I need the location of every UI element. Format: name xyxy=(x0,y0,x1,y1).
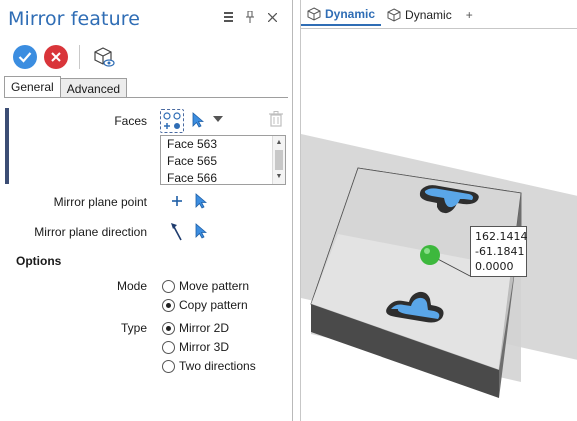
tab-dynamic[interactable]: Dynamic xyxy=(381,4,458,26)
point-icon[interactable] xyxy=(172,196,182,206)
mirror-plane-point-label: Mirror plane point xyxy=(53,195,147,209)
pick-cursor-icon[interactable] xyxy=(192,112,204,128)
coordinate-z: 0.0000 xyxy=(475,260,514,273)
scrollbar-thumb[interactable] xyxy=(275,150,283,170)
radio-circle[interactable] xyxy=(162,298,175,312)
pin-icon[interactable] xyxy=(244,10,256,24)
panel-tabs: General Advanced xyxy=(4,76,128,98)
view-tabs: Dynamic Dynamic + xyxy=(301,4,481,26)
close-icon xyxy=(51,52,61,62)
list-item[interactable]: Face 565 xyxy=(161,153,285,170)
view-tab-divider xyxy=(301,28,577,29)
radio-label: Two directions xyxy=(179,359,256,373)
preview-button[interactable] xyxy=(91,44,117,70)
scroll-down-icon[interactable]: ▼ xyxy=(273,170,285,184)
direction-arrow-icon[interactable] xyxy=(170,222,184,242)
selection-filter-icon xyxy=(163,112,181,129)
radio-label: Mirror 3D xyxy=(179,340,229,354)
list-item[interactable]: Face 563 xyxy=(161,136,285,153)
options-heading: Options xyxy=(16,254,62,268)
coordinate-readout: 162.1414 -61.1841 0.0000 xyxy=(470,226,528,277)
tab-label: Dynamic xyxy=(405,8,452,22)
tab-label: Dynamic xyxy=(325,7,376,21)
type-mirror-2d-radio[interactable]: Mirror 2D xyxy=(162,321,229,335)
mode-move-pattern-radio[interactable]: Move pattern xyxy=(162,279,249,293)
radio-circle[interactable] xyxy=(162,321,175,335)
action-toolbar xyxy=(13,44,117,70)
chevron-down-icon[interactable] xyxy=(213,116,223,123)
trash-icon[interactable] xyxy=(269,111,283,127)
coordinate-x: 162.1414 xyxy=(475,230,528,243)
model-scene[interactable] xyxy=(301,30,577,421)
type-mirror-3d-radio[interactable]: Mirror 3D xyxy=(162,340,229,354)
radio-label: Mirror 2D xyxy=(179,321,229,335)
panel-title: Mirror feature xyxy=(8,8,141,30)
pick-cursor-icon[interactable] xyxy=(195,193,207,209)
ok-button[interactable] xyxy=(13,45,37,69)
radio-circle[interactable] xyxy=(162,359,175,373)
cube-icon xyxy=(307,7,321,21)
coordinate-y: -61.1841 xyxy=(475,245,525,258)
panel-title-tools xyxy=(222,10,278,24)
type-label: Type xyxy=(120,321,147,335)
menu-icon[interactable] xyxy=(222,10,234,24)
face-selection-button[interactable] xyxy=(160,109,184,133)
mirror-plane-direction-label: Mirror plane direction xyxy=(34,225,147,239)
radio-label: Move pattern xyxy=(179,279,250,293)
tab-dynamic-active[interactable]: Dynamic xyxy=(301,4,382,26)
type-two-directions-radio[interactable]: Two directions xyxy=(162,359,256,373)
faces-list-scrollbar[interactable]: ▲ ▼ xyxy=(272,136,285,184)
radio-label: Copy pattern xyxy=(179,298,248,312)
tab-divider xyxy=(4,97,288,98)
toolbar-separator xyxy=(79,45,80,69)
pick-cursor-icon[interactable] xyxy=(195,223,207,239)
add-tab-button[interactable]: + xyxy=(458,8,481,22)
faces-label: Faces xyxy=(114,114,147,128)
cancel-button[interactable] xyxy=(44,45,68,69)
radio-circle[interactable] xyxy=(162,340,175,354)
radio-circle[interactable] xyxy=(162,279,175,293)
cube-icon xyxy=(387,8,401,22)
mode-copy-pattern-radio[interactable]: Copy pattern xyxy=(162,298,248,312)
mode-label: Mode xyxy=(116,279,147,293)
tab-advanced[interactable]: Advanced xyxy=(60,78,128,98)
tab-general[interactable]: General xyxy=(4,76,61,98)
close-icon[interactable] xyxy=(266,10,278,24)
cube-preview-icon xyxy=(94,47,115,67)
faces-list[interactable]: Face 563 Face 565 Face 566 ▲ ▼ xyxy=(160,135,286,185)
list-item[interactable]: Face 566 xyxy=(161,170,285,184)
scroll-up-icon[interactable]: ▲ xyxy=(273,136,285,150)
3d-viewport[interactable]: Dynamic Dynamic + xyxy=(300,0,577,421)
mirror-point-handle[interactable] xyxy=(420,245,440,265)
mirror-feature-panel: Mirror feature General Advanced Faces Fa… xyxy=(0,0,293,421)
check-icon xyxy=(18,52,32,63)
